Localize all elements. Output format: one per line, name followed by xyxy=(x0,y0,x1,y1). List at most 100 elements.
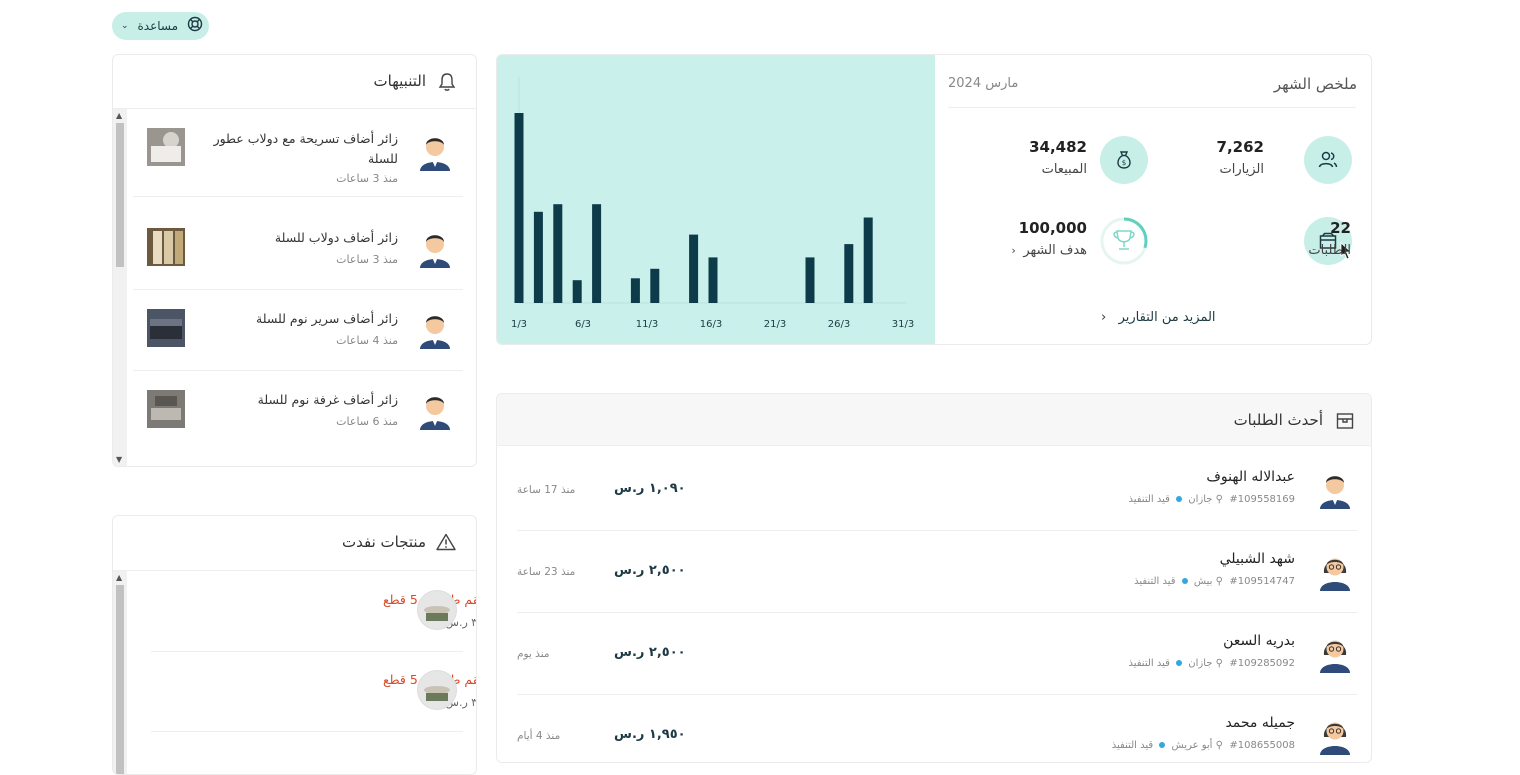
scroll-down-arrow[interactable]: ▼ xyxy=(116,455,122,464)
scroll-up-arrow[interactable]: ▲ xyxy=(116,573,122,582)
location-pin-icon: ⚲ xyxy=(1215,494,1227,505)
alert-item[interactable]: زائر أضاف سرير نوم للسلة منذ 4 ساعات xyxy=(133,291,463,371)
order-row[interactable]: عبدالاله الهنوف #109558169 ⚲ جازان قيد ا… xyxy=(517,449,1357,531)
goal-value: 100,000 xyxy=(1018,219,1087,237)
more-reports-label: المزيد من التقارير xyxy=(1118,310,1216,325)
order-meta: #109514747 ⚲ بيش قيد التنفيذ xyxy=(1134,576,1295,587)
chart-bar[interactable] xyxy=(533,211,543,303)
sales-value: 34,482 xyxy=(1029,138,1087,156)
order-row[interactable]: شهد الشبيلي #109514747 ⚲ بيش قيد التنفيذ… xyxy=(517,531,1357,613)
alert-text: زائر أضاف غرفة نوم للسلة xyxy=(257,392,398,407)
summary-title: ملخص الشهر xyxy=(1273,75,1357,93)
chevron-down-icon: ⌄ xyxy=(121,21,129,31)
order-time: منذ 17 ساعة xyxy=(517,484,576,496)
customer-avatar-male xyxy=(1317,469,1353,509)
order-status: قيد التنفيذ xyxy=(1128,494,1170,505)
order-meta: #108655008 ⚲ أبو عريش قيد التنفيذ xyxy=(1112,740,1295,751)
location-pin-icon: ⚲ xyxy=(1215,658,1227,669)
chevron-left-icon: ‹ xyxy=(1011,244,1020,257)
chart-bar[interactable] xyxy=(514,113,524,303)
orders-label: الطلبات xyxy=(1308,243,1351,258)
chart-bar[interactable] xyxy=(863,217,873,304)
order-price: ٢,٥٠٠ ر.س xyxy=(614,645,686,660)
visits-label: الزيارات xyxy=(1219,162,1264,177)
product-thumbnail xyxy=(147,228,185,266)
goal-link[interactable]: هدف الشهر ‹ xyxy=(1011,243,1087,258)
chart-bar[interactable] xyxy=(553,204,563,303)
alert-item[interactable]: زائر أضاف غرفة نوم للسلة منذ 6 ساعات xyxy=(133,372,463,452)
alert-time: منذ 4 ساعات xyxy=(336,334,398,347)
month-summary-card: 1/3 6/3 11/3 16/3 21/3 26/3 31/3 ملخص الشهر ما… xyxy=(496,54,1372,345)
bell-icon xyxy=(438,72,456,96)
order-row[interactable]: بدريه السعن #109285092 ⚲ جازان قيد التنف… xyxy=(517,613,1357,695)
chart-x-tick: 6/3 xyxy=(575,319,591,330)
user-avatar-male xyxy=(417,390,453,430)
order-status: قيد التنفيذ xyxy=(1111,740,1154,751)
chart-x-tick: 1/3 xyxy=(511,319,527,330)
alert-item[interactable]: زائر أضاف تسريحة مع دولاب عطور للسلة منذ… xyxy=(133,117,463,197)
chevron-left-icon: ‹ xyxy=(1101,310,1115,325)
alert-text: زائر أضاف سرير نوم للسلة xyxy=(256,311,398,326)
more-reports-link[interactable]: المزيد من التقارير ‹ xyxy=(1101,310,1216,325)
order-meta: #109558169 ⚲ جازان قيد التنفيذ xyxy=(1128,494,1295,505)
chart-bar[interactable] xyxy=(844,244,854,303)
alerts-card: التنبيهات ▲ ▼ زائر أضاف تسريحة مع دولاب … xyxy=(112,54,477,467)
sales-label: المبيعات xyxy=(1041,162,1087,177)
customer-name: بدريه السعن xyxy=(1223,633,1295,649)
customer-name: عبدالاله الهنوف xyxy=(1206,469,1295,485)
chart-x-tick: 21/3 xyxy=(764,319,786,330)
chart-bar[interactable] xyxy=(805,257,815,303)
latest-orders-header: أحدث الطلبات xyxy=(497,394,1371,446)
chart-bar[interactable] xyxy=(630,278,640,303)
scroll-thumb[interactable] xyxy=(116,585,124,774)
scroll-thumb[interactable] xyxy=(116,123,124,267)
user-avatar-male xyxy=(417,309,453,349)
chart-bar[interactable] xyxy=(572,280,582,303)
chart-x-tick: 31/3 xyxy=(892,319,914,330)
product-thumbnail xyxy=(147,309,185,347)
sales-chart-svg: 1/3 6/3 11/3 16/3 21/3 26/3 31/3 xyxy=(511,77,914,330)
order-id: #109514747 xyxy=(1229,576,1295,587)
location-pin-icon: ⚲ xyxy=(1215,740,1227,751)
warning-icon xyxy=(436,533,456,555)
chart-bar[interactable] xyxy=(708,257,718,303)
alert-text: زائر أضاف تسريحة مع دولاب عطور للسلة xyxy=(213,131,398,166)
order-price: ١,٩٥٠ ر.س xyxy=(614,727,686,742)
product-thumbnail xyxy=(147,390,185,428)
chart-x-tick: 26/3 xyxy=(828,319,850,330)
alert-item[interactable]: زائر أضاف دولاب للسلة منذ 3 ساعات xyxy=(133,210,463,290)
user-avatar-male xyxy=(417,131,453,171)
order-time: منذ يوم xyxy=(517,648,550,660)
chart-bar[interactable] xyxy=(689,234,699,303)
box-icon xyxy=(1335,411,1355,435)
customer-avatar-female xyxy=(1317,633,1353,673)
order-row[interactable]: جميله محمد #108655008 ⚲ أبو عريش قيد الت… xyxy=(517,695,1357,762)
order-city: جازان xyxy=(1188,658,1213,669)
product-thumbnail xyxy=(147,128,185,166)
customer-avatar-female xyxy=(1317,715,1353,755)
out-of-stock-scrollbar[interactable]: ▲ xyxy=(113,571,127,774)
latest-orders-card: أحدث الطلبات عبدالاله الهنوف #109558169 … xyxy=(496,393,1372,763)
customer-avatar-female xyxy=(1317,551,1353,591)
order-id: #109558169 xyxy=(1229,494,1295,505)
order-city: أبو عريش xyxy=(1171,740,1213,751)
lifebuoy-icon xyxy=(187,16,203,36)
order-id: #109285092 xyxy=(1229,658,1295,669)
alerts-title: التنبيهات xyxy=(373,72,426,90)
order-price: ٢,٥٠٠ ر.س xyxy=(614,563,686,578)
product-thumbnail xyxy=(417,590,457,630)
summary-date: مارس 2024 xyxy=(948,76,1019,91)
orders-value: 22 xyxy=(1330,219,1351,237)
goal-progress-ring xyxy=(1100,217,1148,265)
order-price: ١,٠٩٠ ر.س xyxy=(614,481,686,496)
order-status: قيد التنفيذ xyxy=(1134,576,1176,587)
alert-time: منذ 3 ساعات xyxy=(336,172,398,185)
alerts-scrollbar[interactable]: ▲ ▼ xyxy=(113,109,127,466)
order-time: منذ 4 أيام xyxy=(517,730,561,742)
chart-bar[interactable] xyxy=(592,204,602,303)
help-button[interactable]: ⌄ مساعدة xyxy=(112,12,209,40)
scroll-up-arrow[interactable]: ▲ xyxy=(116,111,122,120)
sales-chart: 1/3 6/3 11/3 16/3 21/3 26/3 31/3 xyxy=(497,55,935,344)
chart-bar[interactable] xyxy=(650,268,660,303)
order-time: منذ 23 ساعة xyxy=(517,566,576,578)
